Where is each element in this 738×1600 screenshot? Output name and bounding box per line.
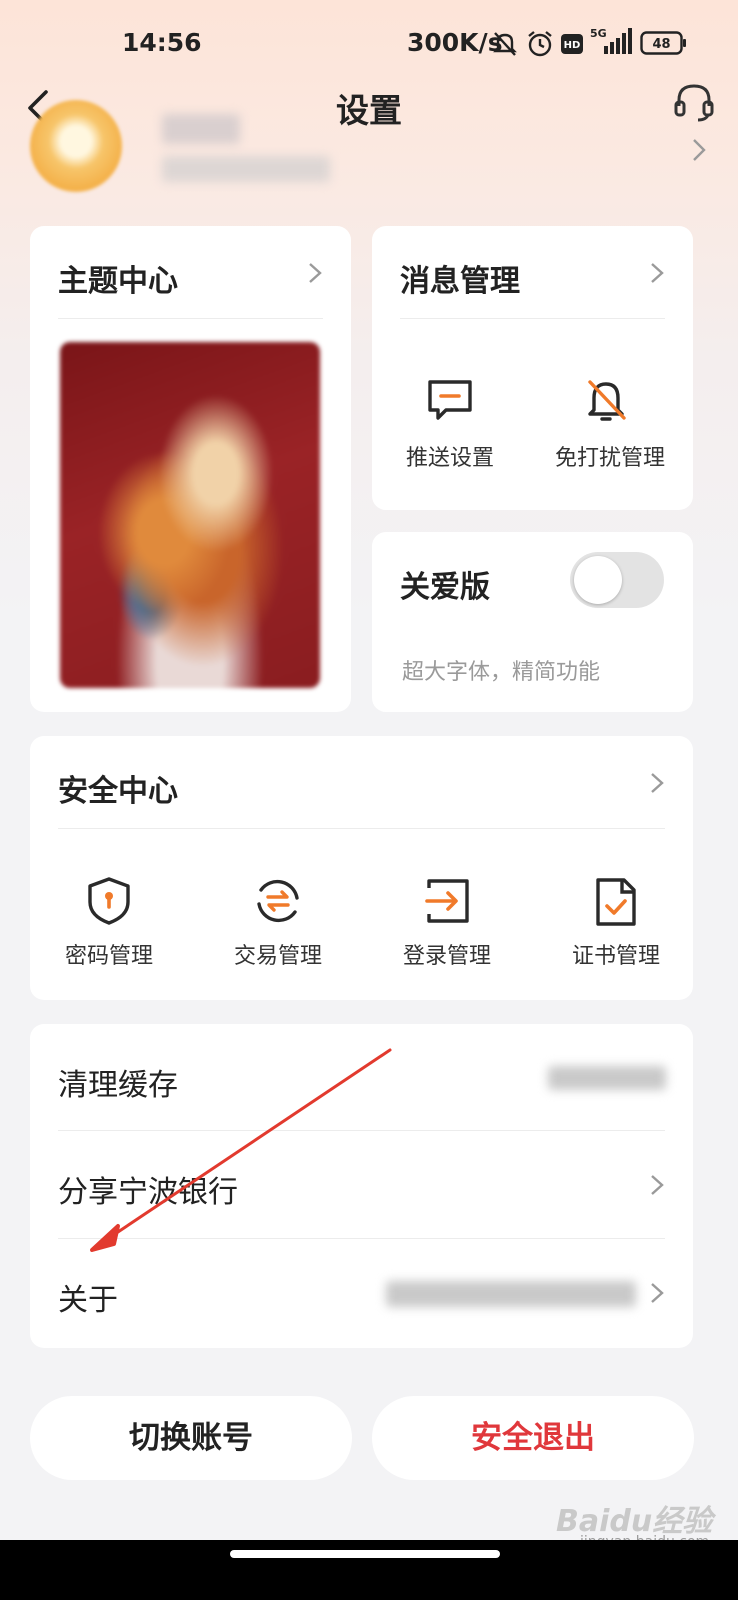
chevron-right-icon (650, 262, 664, 284)
message-management-card[interactable]: 消息管理 推送设置 免打扰管理 (372, 226, 693, 510)
clear-cache-label: 清理缓存 (58, 1068, 178, 1103)
status-bar: 14:56 300K/s HD 5G 48 (0, 0, 738, 86)
exchange-icon (253, 876, 303, 930)
transaction-management-item[interactable]: 交易管理 (213, 876, 343, 976)
cache-size-value-blurred (548, 1066, 666, 1090)
version-value-blurred (386, 1281, 636, 1307)
chevron-right-icon (650, 1282, 664, 1304)
security-center-card[interactable]: 安全中心 密码管理 交易管理 登录管理 证书管理 (30, 736, 693, 1000)
care-version-subtitle: 超大字体，精简功能 (402, 660, 601, 685)
home-indicator[interactable] (230, 1550, 500, 1558)
login-management-item[interactable]: 登录管理 (382, 876, 512, 976)
transaction-management-label: 交易管理 (233, 944, 322, 969)
svg-text:HD: HD (564, 40, 581, 51)
chevron-right-icon (650, 1174, 664, 1196)
battery-icon: 48 (640, 31, 688, 61)
user-phone-blurred (162, 156, 330, 182)
chevron-right-icon (650, 772, 664, 794)
theme-center-title: 主题中心 (58, 264, 178, 299)
toggle-knob (574, 556, 622, 604)
message-management-title: 消息管理 (400, 264, 520, 299)
care-version-toggle[interactable] (570, 552, 664, 608)
push-settings-item[interactable]: 推送设置 (392, 376, 508, 476)
password-management-item[interactable]: 密码管理 (44, 876, 174, 976)
bell-off-icon (582, 376, 630, 428)
theme-preview-image[interactable] (60, 342, 320, 688)
svg-text:5G: 5G (590, 27, 607, 40)
push-settings-label: 推送设置 (405, 446, 494, 471)
user-name-blurred (162, 114, 240, 144)
about-label: 关于 (58, 1283, 118, 1318)
care-version-title: 关爱版 (400, 570, 490, 605)
theme-center-card[interactable]: 主题中心 (30, 226, 351, 712)
divider (58, 318, 323, 319)
signal-5g-icon: 5G (590, 26, 636, 62)
share-bank-label: 分享宁波银行 (58, 1175, 238, 1210)
password-management-label: 密码管理 (64, 944, 153, 969)
navigation-bar (0, 1540, 738, 1600)
do-not-disturb-item[interactable]: 免打扰管理 (542, 376, 678, 476)
login-icon (423, 876, 473, 930)
switch-account-button[interactable]: 切换账号 (30, 1396, 352, 1480)
about-row[interactable]: 关于 (30, 1239, 693, 1347)
login-management-label: 登录管理 (402, 944, 491, 969)
chevron-right-icon (692, 138, 706, 166)
do-not-disturb-label: 免打扰管理 (554, 446, 665, 471)
hd-icon: HD (560, 32, 584, 61)
avatar (30, 100, 122, 192)
svg-text:48: 48 (652, 37, 670, 52)
divider (58, 828, 665, 829)
status-time: 14:56 (122, 28, 202, 57)
security-center-title: 安全中心 (58, 774, 178, 809)
alarm-icon (526, 30, 554, 64)
status-net-rate: 300K/s (407, 28, 503, 57)
divider (400, 318, 665, 319)
share-bank-row[interactable]: 分享宁波银行 (30, 1131, 693, 1239)
clear-cache-row[interactable]: 清理缓存 (30, 1024, 693, 1130)
settings-list-card: 清理缓存 分享宁波银行 关于 (30, 1024, 693, 1348)
mute-bell-icon (492, 30, 518, 64)
certificate-icon (592, 876, 640, 932)
certificate-management-item[interactable]: 证书管理 (551, 876, 681, 976)
chevron-right-icon (308, 262, 322, 284)
certificate-management-label: 证书管理 (571, 944, 660, 969)
message-icon (426, 376, 474, 428)
profile-header[interactable] (30, 100, 710, 196)
shield-lock-icon (85, 876, 133, 930)
logout-button[interactable]: 安全退出 (372, 1396, 694, 1480)
